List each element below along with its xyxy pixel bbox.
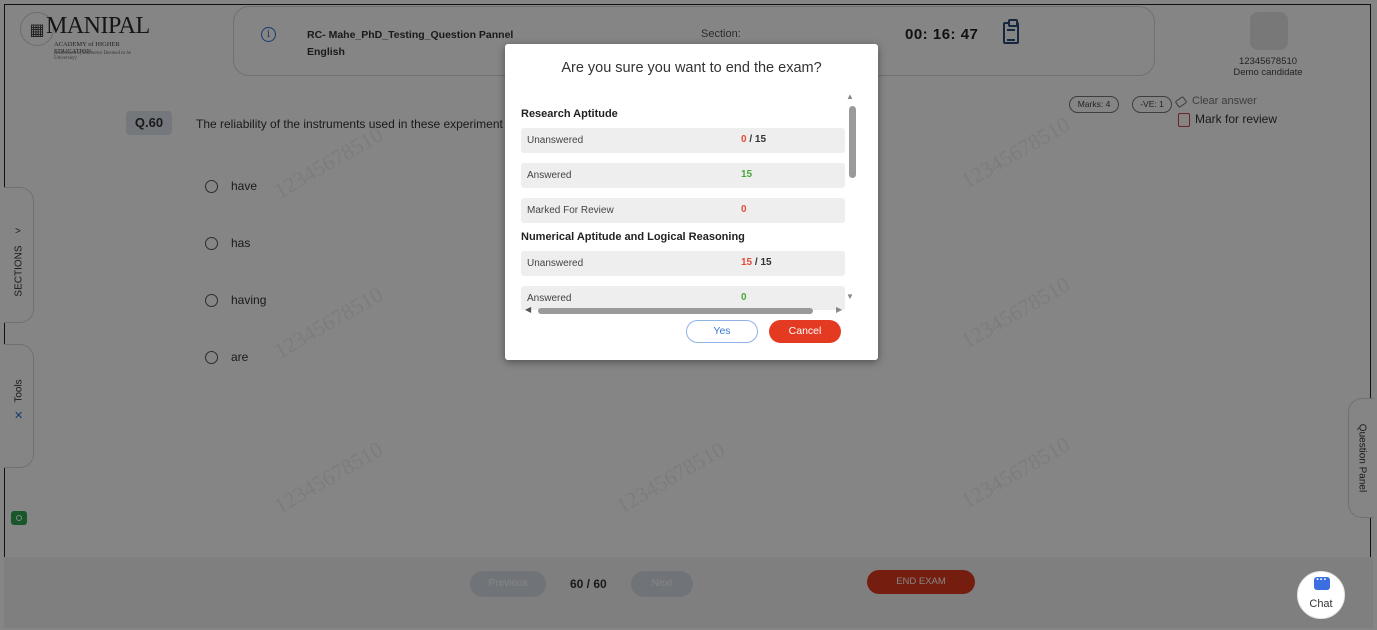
horizontal-scrollbar[interactable]: ◀ ▶ <box>520 305 846 316</box>
dialog-summary[interactable]: Research Aptitude Unanswered 0 / 15 Answ… <box>515 92 855 310</box>
scroll-up-icon[interactable]: ▲ <box>846 92 854 101</box>
summary-row: Unanswered 0 / 15 <box>521 128 845 153</box>
row-value: 15 <box>741 169 753 180</box>
row-total: / 15 <box>754 257 772 268</box>
summary-row: Unanswered 15 / 15 <box>521 251 845 276</box>
row-label: Unanswered <box>527 135 584 146</box>
row-value: 15 <box>741 257 753 268</box>
scroll-left-icon[interactable]: ◀ <box>525 305 531 314</box>
scroll-down-icon[interactable]: ▼ <box>846 292 854 301</box>
summary-row: Answered 15 <box>521 163 845 188</box>
group-heading: Research Aptitude <box>521 108 618 120</box>
row-label: Unanswered <box>527 258 584 269</box>
summary-row: Marked For Review 0 <box>521 198 845 223</box>
row-value: 0 <box>741 292 747 303</box>
group-heading: Numerical Aptitude and Logical Reasoning <box>521 231 745 243</box>
vertical-scrollbar[interactable]: ▲ ▼ <box>844 92 858 302</box>
row-total: / 15 <box>749 134 767 145</box>
row-label: Marked For Review <box>527 205 614 216</box>
row-label: Answered <box>527 170 572 181</box>
row-value: 0 <box>741 204 747 215</box>
yes-button[interactable]: Yes <box>686 320 758 343</box>
scrollbar-thumb[interactable] <box>538 308 813 314</box>
cancel-button[interactable]: Cancel <box>769 320 841 343</box>
scroll-right-icon[interactable]: ▶ <box>836 305 842 314</box>
chat-bubble-icon <box>1314 574 1330 590</box>
row-value: 0 <box>741 134 747 145</box>
scrollbar-thumb[interactable] <box>849 106 856 178</box>
row-label: Answered <box>527 293 572 304</box>
chat-label: Chat <box>1309 598 1333 610</box>
chat-button[interactable]: Chat <box>1297 571 1345 619</box>
dialog-title: Are you sure you want to end the exam? <box>561 60 822 76</box>
